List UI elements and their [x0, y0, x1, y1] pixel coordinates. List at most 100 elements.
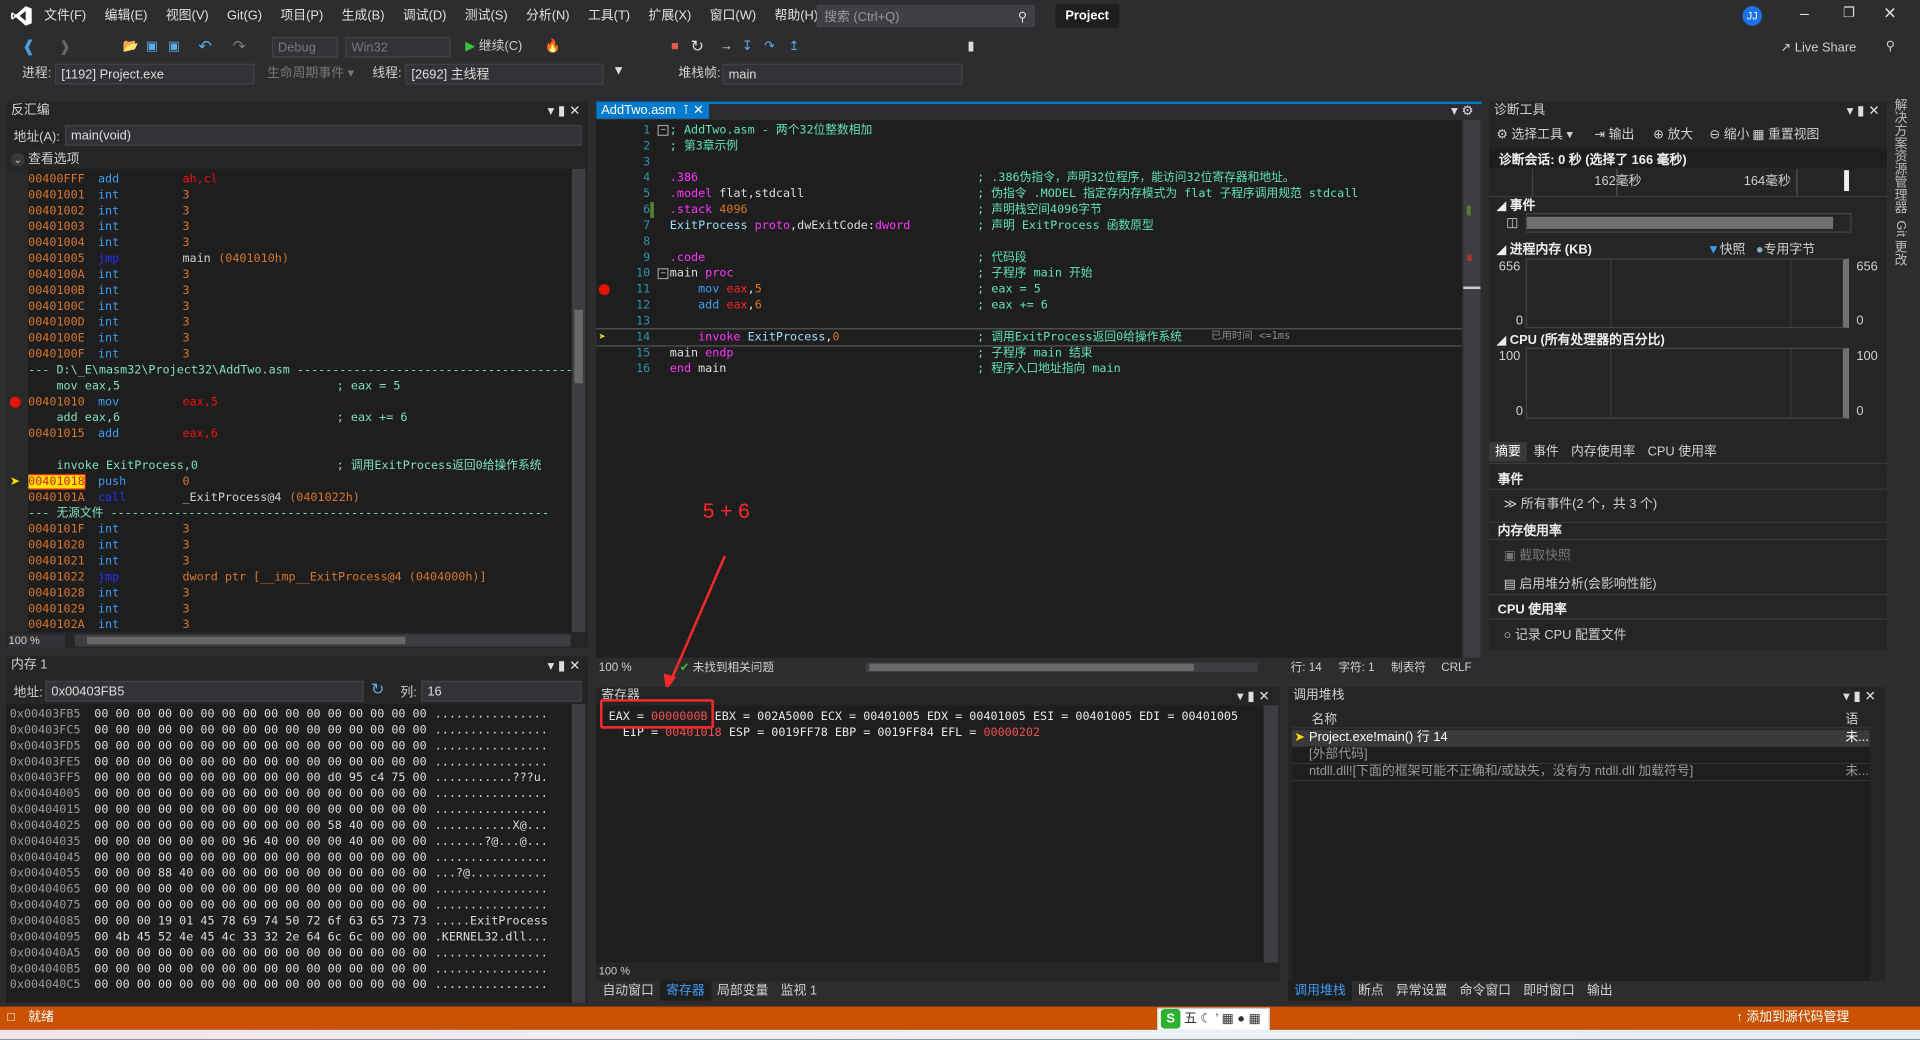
feedback-icon[interactable]: ⚲	[1886, 34, 1895, 58]
editor-vscrollbar[interactable]	[1463, 120, 1481, 658]
menu-item[interactable]: 视图(V)	[166, 9, 209, 24]
panel-controls[interactable]: ▾ ▮ ✕	[1237, 688, 1270, 704]
disassembly-code[interactable]: 00400FFF add ah,cl 00401001 int 3 00401002 int 3…	[28, 168, 572, 632]
memory-bytes[interactable]: 00 00 00 00 00 00 00 00 00 00 00 00 00 0…	[94, 802, 426, 818]
back-icon[interactable]: ❰	[22, 34, 35, 58]
show-next-statement-icon[interactable]: →	[720, 34, 733, 58]
panel-controls[interactable]: ▾ ▮ ✕	[547, 658, 580, 674]
configuration-select[interactable]: Debug	[271, 36, 338, 58]
continue-button[interactable]: ▶ 继续(C)	[465, 34, 522, 58]
pause-icon[interactable]: ◫	[1506, 216, 1518, 231]
instruction-address[interactable]: 00401004	[28, 236, 85, 249]
indent-indicator[interactable]: 制表符	[1391, 659, 1426, 677]
menu-item[interactable]: 编辑(E)	[105, 9, 148, 24]
instruction-address[interactable]: 00401003	[28, 220, 85, 233]
breakpoint-icon[interactable]	[9, 396, 21, 408]
stack-frame-select[interactable]: main	[722, 63, 963, 85]
bottom-tab[interactable]: 局部变量	[711, 981, 775, 1001]
instruction-address[interactable]: 0040100C	[28, 300, 85, 313]
diag-tab[interactable]: 内存使用率	[1565, 442, 1642, 462]
editor-zoom-select[interactable]: 100 %	[599, 659, 632, 677]
fold-toggle-icon[interactable]: −	[657, 268, 669, 280]
add-to-source-control-button[interactable]: ↑ 添加到源代码管理	[1736, 1007, 1849, 1030]
restart-icon[interactable]: ↻	[691, 34, 704, 58]
instruction-address[interactable]: 0040102A	[28, 618, 85, 631]
lifecycle-events-button[interactable]: 生命周期事件 ▾	[267, 65, 354, 83]
scroll-thumb[interactable]	[869, 663, 1194, 672]
memory-address-input[interactable]: 0x00403FB5	[45, 680, 364, 702]
fold-toggle-icon[interactable]: −	[657, 124, 669, 136]
memory-bytes[interactable]: 00 00 00 00 00 00 00 00 00 00 00 00 00 0…	[94, 961, 426, 977]
step-into-icon[interactable]: ↧	[742, 34, 753, 58]
instruction-address[interactable]: 00401022	[28, 571, 85, 584]
memory-bytes[interactable]: 00 00 00 00 00 00 00 00 00 00 00 00 00 0…	[94, 945, 426, 961]
record-cpu-profile-button[interactable]: ○ 记录 CPU 配置文件	[1504, 626, 1627, 644]
memory-bytes[interactable]: 00 00 00 00 00 00 00 00 00 00 00 00 00 0…	[94, 977, 426, 993]
memory-bytes[interactable]: 00 00 00 00 00 00 00 00 00 00 00 00 00 0…	[94, 738, 426, 754]
instruction-address[interactable]: 00401018	[28, 473, 86, 490]
process-select[interactable]: [1192] Project.exe	[55, 63, 255, 85]
instruction-address[interactable]: 0040100F	[28, 348, 85, 361]
timeline-selection-handle[interactable]	[1844, 170, 1849, 192]
timeline-ruler[interactable]: 162毫秒 164毫秒	[1488, 168, 1887, 198]
undo-icon[interactable]: ↶	[198, 34, 211, 58]
tab-addtwo-asm[interactable]: AddTwo.asm ⊺ ✕	[596, 101, 709, 119]
diag-tab[interactable]: CPU 使用率	[1641, 442, 1723, 462]
registers-zoom-select[interactable]: 100 %	[599, 965, 630, 977]
hot-reload-icon[interactable]: 🔥	[545, 34, 561, 58]
diag-tab[interactable]: 摘要	[1488, 442, 1527, 462]
memory-chart[interactable]	[1525, 258, 1849, 329]
memory-bytes[interactable]: 00 00 00 19 01 45 78 69 74 50 72 6f 63 6…	[94, 913, 426, 929]
panel-controls[interactable]: ▾ ▮ ✕	[1847, 103, 1880, 119]
live-share-button[interactable]: ↗ Live Share	[1780, 36, 1856, 60]
bottom-tab[interactable]: 输出	[1581, 981, 1619, 1001]
avatar[interactable]: JJ	[1742, 6, 1763, 26]
close-window-button[interactable]: ✕	[1883, 4, 1896, 24]
restore-button[interactable]: ❐	[1843, 5, 1855, 21]
instruction-address[interactable]: 00401001	[28, 189, 85, 202]
disassembly-vscrollbar[interactable]	[571, 168, 586, 632]
instruction-address[interactable]: 00400FFF	[28, 173, 85, 186]
memory-bytes[interactable]: 00 00 00 00 00 00 00 96 40 00 00 00 40 0…	[94, 834, 426, 850]
bottom-tab[interactable]: 即时窗口	[1517, 981, 1581, 1001]
menu-item[interactable]: 窗口(W)	[710, 9, 756, 24]
instruction-address[interactable]: 00401015	[28, 427, 85, 440]
menu-item[interactable]: 分析(N)	[526, 9, 570, 24]
zoom-in-button[interactable]: ⊕ 放大	[1653, 126, 1693, 143]
instruction-address[interactable]: 0040101A	[28, 491, 85, 504]
call-stack-row[interactable]: ntdll.dll![下面的框架可能不正确和/或缺失，没有为 ntdll.dll…	[1291, 764, 1870, 782]
instruction-address[interactable]: 00401020	[28, 539, 85, 552]
cpu-chart[interactable]	[1525, 347, 1849, 419]
reset-view-button[interactable]: ▦ 重置视图	[1752, 126, 1819, 143]
platform-select[interactable]: Win32	[345, 36, 451, 58]
memory-vscrollbar[interactable]	[571, 704, 586, 1003]
instruction-address[interactable]: 00401021	[28, 555, 85, 568]
memory-bytes[interactable]: 00 00 00 88 40 00 00 00 00 00 00 00 00 0…	[94, 866, 426, 882]
menu-item[interactable]: 生成(B)	[342, 9, 385, 24]
editor-hscrollbar[interactable]	[865, 662, 1258, 673]
save-icon[interactable]: ▣	[146, 34, 158, 58]
editor-controls[interactable]: ▾ ⚙	[1451, 103, 1474, 119]
diag-tab[interactable]: 事件	[1527, 442, 1565, 462]
bottom-tab[interactable]: 调用堆栈	[1288, 980, 1352, 1001]
registers-vscrollbar[interactable]	[1263, 705, 1279, 963]
zoom-out-button[interactable]: ⊖ 缩小	[1709, 126, 1749, 143]
close-tab-icon[interactable]: ✕	[693, 103, 704, 118]
save-all-icon[interactable]: ▣	[168, 34, 180, 58]
step-over-icon[interactable]: ↷	[764, 34, 775, 58]
menu-item[interactable]: 帮助(H)	[774, 9, 818, 24]
export-button[interactable]: ⇥ 输出	[1594, 126, 1634, 143]
memory-bytes[interactable]: 00 00 00 00 00 00 00 00 00 00 00 00 00 0…	[94, 850, 426, 866]
thread-select[interactable]: [2692] 主线程	[405, 63, 604, 85]
open-file-icon[interactable]: 📂	[122, 34, 138, 58]
all-events-link[interactable]: ≫ 所有事件(2 个，共 3 个)	[1504, 495, 1658, 513]
instruction-address[interactable]: 00401002	[28, 204, 85, 217]
eol-indicator[interactable]: CRLF	[1441, 659, 1471, 677]
memory-bytes[interactable]: 00 4b 45 52 4e 45 4c 33 32 2e 64 6c 6c 0…	[94, 929, 426, 945]
search-box[interactable]: 搜索 (Ctrl+Q) ⚲	[816, 4, 1035, 27]
call-stack-row[interactable]: [外部代码]	[1291, 747, 1870, 765]
bottom-tab[interactable]: 断点	[1352, 981, 1390, 1001]
forward-icon[interactable]: ❱	[59, 34, 71, 58]
memory-bytes[interactable]: 00 00 00 00 00 00 00 00 00 00 00 00 00 0…	[94, 898, 426, 914]
panel-controls[interactable]: ▾ ▮ ✕	[1843, 688, 1876, 704]
